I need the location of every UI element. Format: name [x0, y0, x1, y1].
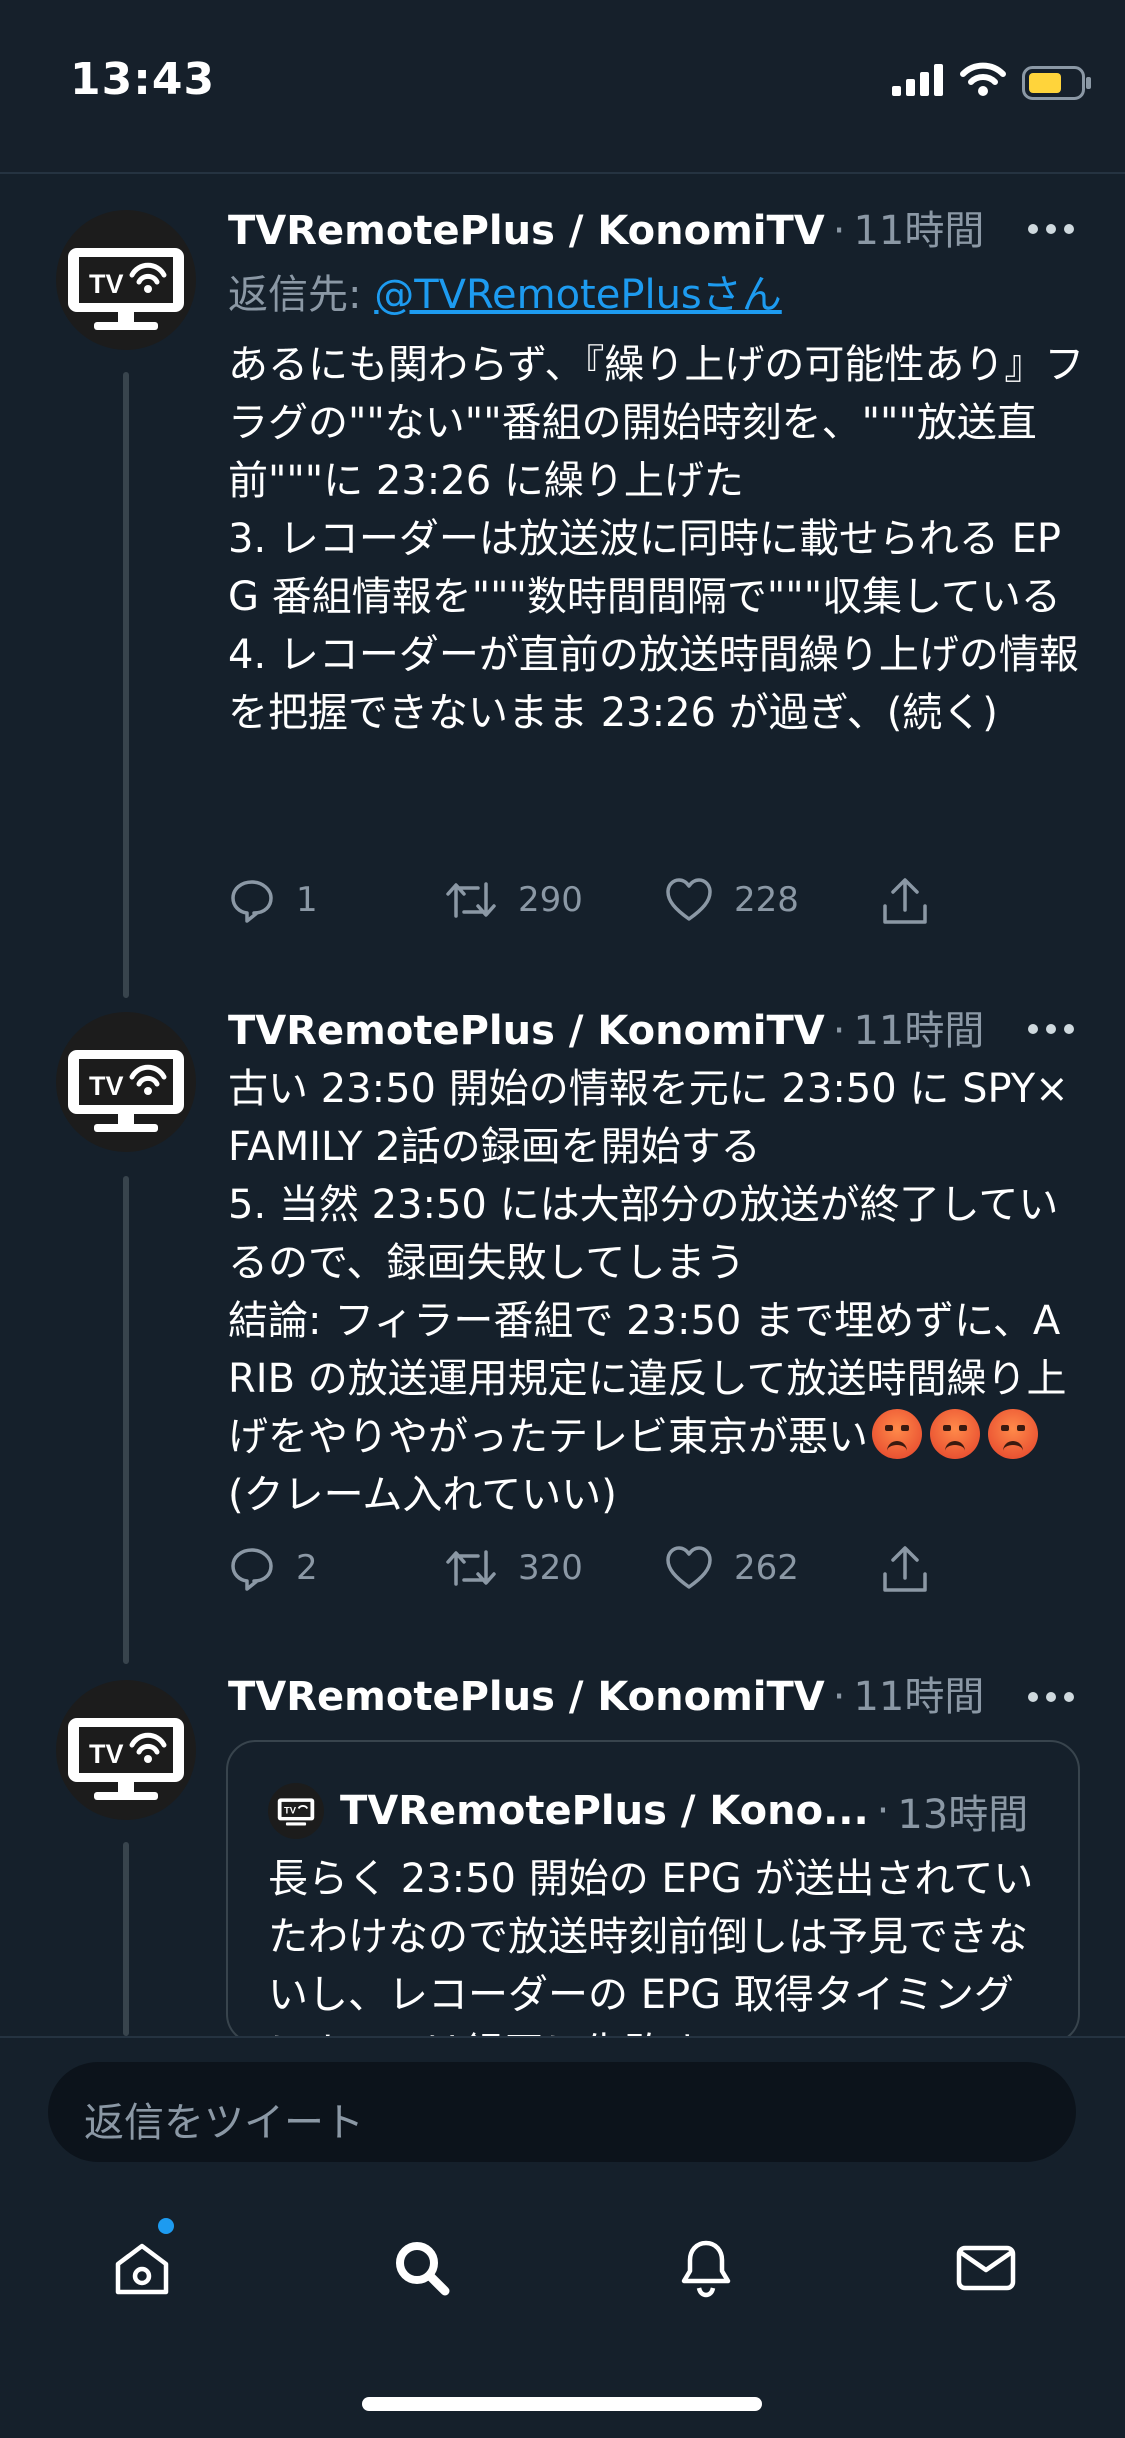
separator: ·: [876, 1788, 890, 1834]
pouting-face-emoji: [930, 1409, 980, 1459]
svg-text:TV: TV: [89, 1739, 124, 1769]
bottom-area: 返信をツイート: [0, 2036, 1125, 2438]
tv-icon: TV: [68, 1050, 184, 1132]
tv-icon: TV: [68, 1718, 184, 1800]
like-count: 228: [734, 880, 799, 920]
like-icon: [666, 1546, 712, 1589]
thread-line: [123, 1842, 129, 2036]
separator: ·: [832, 1008, 846, 1054]
tab-home[interactable]: [92, 2218, 192, 2318]
composer-placeholder: 返信をツイート: [84, 2100, 364, 2146]
more-options-icon[interactable]: [1026, 1682, 1076, 1712]
tweet-time[interactable]: 11時間: [853, 998, 984, 1056]
tab-messages[interactable]: [936, 2218, 1036, 2318]
share-icon: [883, 878, 927, 924]
tweet-time[interactable]: 11時間: [853, 1664, 984, 1722]
share-button[interactable]: [880, 876, 950, 928]
thread-line: [123, 372, 129, 998]
search-icon: [396, 2242, 450, 2296]
pouting-face-emoji: [988, 1409, 1038, 1459]
home-unread-dot: [158, 2218, 174, 2234]
status-time: 13:43: [70, 54, 216, 105]
tweet-time[interactable]: 11時間: [853, 198, 984, 256]
like-count: 262: [734, 1548, 799, 1588]
svg-text:TV: TV: [284, 1805, 297, 1816]
quoted-tweet-time: 13時間: [897, 1792, 1029, 1838]
tweet-header: TVRemotePlus / KonomiTV · 11時間: [228, 1664, 984, 1724]
svg-text:TV: TV: [89, 269, 124, 299]
svg-text:TV: TV: [89, 1071, 124, 1101]
quoted-tweet[interactable]: TV TVRemotePlus / Kono... · 13時間 長らく 23:…: [226, 1740, 1080, 2044]
tab-notifications[interactable]: [656, 2218, 756, 2318]
reply-composer[interactable]: 返信をツイート: [48, 2062, 1076, 2162]
tab-search[interactable]: [372, 2218, 472, 2318]
quoted-avatar: TV: [268, 1783, 324, 1839]
retweet-count: 320: [518, 1548, 583, 1588]
retweet-button[interactable]: 290: [444, 876, 583, 924]
reply-count: 1: [296, 880, 318, 920]
share-icon: [883, 1546, 927, 1592]
retweet-count: 290: [518, 880, 583, 920]
author-name[interactable]: TVRemotePlus / KonomiTV: [228, 1008, 825, 1054]
avatar[interactable]: TV: [56, 210, 196, 350]
reply-count: 2: [296, 1548, 318, 1588]
status-bar: 13:43: [0, 0, 1125, 174]
wifi-icon: [960, 62, 1006, 96]
replying-to-label: 返信先:: [228, 272, 375, 318]
tweet-header: TVRemotePlus / KonomiTV · 11時間: [228, 998, 984, 1058]
more-options-icon[interactable]: [1026, 1014, 1076, 1044]
tweet-actions: 2 320 262: [228, 1544, 1058, 1604]
cellular-signal-icon: [892, 64, 943, 96]
reply-icon: [231, 1548, 273, 1591]
retweet-icon: [446, 882, 496, 918]
tweet-header: TVRemotePlus / KonomiTV · 11時間: [228, 198, 984, 258]
reply-button[interactable]: 2: [228, 1544, 318, 1592]
quoted-tweet-header: TV TVRemotePlus / Kono... · 13時間: [268, 1782, 1028, 1840]
pouting-face-emoji: [872, 1409, 922, 1459]
messages-icon: [956, 2245, 1016, 2291]
home-indicator[interactable]: [362, 2397, 762, 2411]
tweet-body: 古い 23:50 開始の情報を元に 23:50 に SPY×FAMILY 2話の…: [228, 1066, 1069, 1460]
tweet-actions: 1 290 228: [228, 876, 1058, 936]
separator: ·: [832, 1674, 846, 1720]
tweet-body-tail: (クレーム入れていい): [228, 1472, 617, 1518]
home-icon: [115, 2243, 169, 2295]
tv-icon: TV: [68, 248, 184, 330]
tv-icon: TV: [277, 1798, 315, 1826]
more-options-icon[interactable]: [1026, 214, 1076, 244]
thread-line: [123, 1176, 129, 1664]
tweet-text: 古い 23:50 開始の情報を元に 23:50 に SPY×FAMILY 2話の…: [228, 1060, 1088, 1524]
reply-handle-link[interactable]: @TVRemotePlusさん: [374, 272, 782, 318]
share-button[interactable]: [880, 1544, 950, 1596]
reply-icon: [231, 880, 273, 923]
avatar[interactable]: TV: [56, 1012, 196, 1152]
battery-icon: [1022, 66, 1091, 100]
reply-button[interactable]: 1: [228, 876, 318, 924]
separator: ·: [832, 208, 846, 254]
notifications-icon: [681, 2240, 731, 2298]
author-name[interactable]: TVRemotePlus / KonomiTV: [228, 1674, 825, 1720]
tweet-text: あるにも関わらず、『繰り上げの可能性あり』フラグの""ない""番組の開始時刻を、…: [228, 342, 1085, 736]
avatar[interactable]: TV: [56, 1680, 196, 1820]
like-icon: [666, 878, 712, 921]
retweet-icon: [446, 1550, 496, 1586]
author-name[interactable]: TVRemotePlus / KonomiTV: [228, 208, 825, 254]
like-button[interactable]: 228: [664, 876, 799, 924]
like-button[interactable]: 262: [664, 1544, 799, 1592]
quoted-author-name: TVRemotePlus / Kono...: [340, 1788, 869, 1834]
replying-to: 返信先: @TVRemotePlusさん: [228, 262, 782, 320]
retweet-button[interactable]: 320: [444, 1544, 583, 1592]
quoted-tweet-text: 長らく 23:50 開始の EPG が送出されていたわけなので放送時刻前倒しは予…: [268, 1856, 1034, 2042]
